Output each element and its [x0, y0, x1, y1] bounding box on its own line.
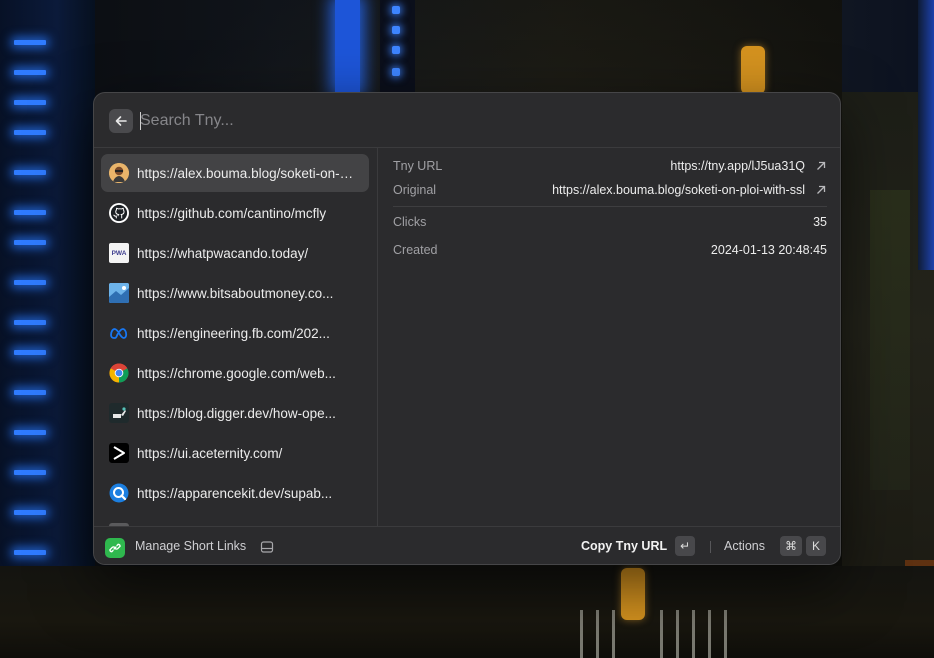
- list-item-label: https://www.bitsaboutmoney.co...: [137, 285, 334, 301]
- divider: [393, 206, 827, 207]
- list-item[interactable]: https://alex.bouma.blog/soketi-on-ploi-w…: [101, 154, 369, 192]
- aceternity-icon: [109, 443, 129, 463]
- apparencekit-icon: [109, 483, 129, 503]
- command-key-hint: ⌘: [780, 536, 802, 556]
- digger-icon: [109, 403, 129, 423]
- bitsaboutmoney-icon: [109, 283, 129, 303]
- tny-url-value: https://tny.app/lJ5ua31Q: [670, 159, 805, 173]
- open-external-icon[interactable]: [815, 184, 827, 196]
- pwa-icon: PWA: [109, 243, 129, 263]
- list-item-label: https://chrome.google.com/web...: [137, 365, 336, 381]
- action-bar: Manage Short Links Copy Tny URL ↵ Action…: [94, 526, 840, 564]
- list-item-label: https://whatpwacando.today/: [137, 245, 309, 261]
- link-app-icon: [105, 538, 125, 558]
- list-item-label: https://apparencekit.dev/supab...: [137, 485, 333, 501]
- list-item[interactable]: https://ui.aceternity.com/: [101, 434, 369, 472]
- list-item-label: https://github.com/cantino/mcfly: [137, 205, 327, 221]
- list-item-label: https://engineering.fb.com/202...: [137, 325, 330, 341]
- background-street: [0, 566, 934, 658]
- divider: [710, 541, 711, 553]
- detail-row-created: Created 2024-01-13 20:48:45: [393, 243, 827, 257]
- list-item[interactable]: https://github.com/cantino/mcfly: [101, 194, 369, 232]
- open-external-icon[interactable]: [815, 160, 827, 172]
- search-input[interactable]: [140, 107, 740, 135]
- search-bar: [94, 93, 840, 148]
- list-item[interactable]: [101, 514, 369, 526]
- clicks-value: 35: [813, 215, 827, 229]
- links-list: https://alex.bouma.blog/soketi-on-ploi-w…: [94, 148, 378, 526]
- k-key-hint: K: [806, 536, 826, 556]
- actions-button[interactable]: Actions: [724, 539, 765, 553]
- avatar-icon: [109, 163, 129, 183]
- list-item[interactable]: https://apparencekit.dev/supab...: [101, 474, 369, 512]
- launcher-window: https://alex.bouma.blog/soketi-on-ploi-w…: [93, 92, 841, 565]
- list-item-label: https://alex.bouma.blog/soketi-on-ploi-w…: [137, 165, 357, 181]
- keyboard-icon[interactable]: [260, 540, 274, 554]
- background-building-left: [0, 0, 95, 600]
- list-item[interactable]: PWA https://whatpwacando.today/: [101, 234, 369, 272]
- copy-tny-url-button[interactable]: Copy Tny URL: [581, 539, 667, 553]
- list-item-label: https://ui.aceternity.com/: [137, 445, 283, 461]
- app-name: Manage Short Links: [135, 539, 247, 553]
- list-item-label: https://blog.digger.dev/how-ope...: [137, 405, 336, 421]
- list-item[interactable]: https://engineering.fb.com/202...: [101, 314, 369, 352]
- meta-icon: [109, 323, 129, 343]
- detail-row-clicks: Clicks 35: [393, 215, 827, 229]
- list-item[interactable]: https://www.bitsaboutmoney.co...: [101, 274, 369, 312]
- enter-key-hint: ↵: [675, 536, 696, 556]
- background-light-strip: [335, 0, 360, 92]
- detail-row-original: Original https://alex.bouma.blog/soketi-…: [393, 179, 827, 201]
- back-button[interactable]: [109, 109, 133, 133]
- arrow-left-icon: [115, 116, 127, 126]
- list-item[interactable]: https://chrome.google.com/web...: [101, 354, 369, 392]
- chrome-icon: [109, 363, 129, 383]
- created-value: 2024-01-13 20:48:45: [710, 243, 827, 257]
- detail-row-tny-url: Tny URL https://tny.app/lJ5ua31Q: [393, 155, 827, 177]
- background-car: [621, 568, 645, 620]
- background-car: [741, 46, 765, 94]
- github-icon: [109, 203, 129, 223]
- background-building-middle: [380, 0, 415, 92]
- text-caret: [140, 112, 141, 130]
- original-url-value: https://alex.bouma.blog/soketi-on-ploi-w…: [552, 183, 805, 197]
- list-item[interactable]: https://blog.digger.dev/how-ope...: [101, 394, 369, 432]
- link-details: Tny URL https://tny.app/lJ5ua31Q Origina…: [379, 148, 840, 526]
